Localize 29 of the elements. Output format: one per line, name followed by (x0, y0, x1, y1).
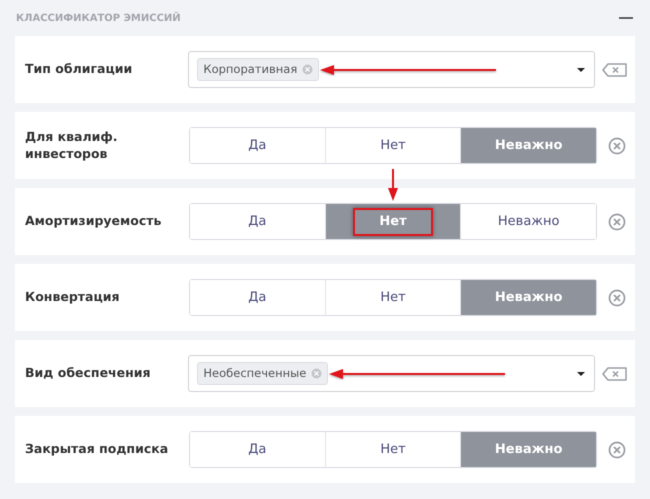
field-label: Вид обеспечения (25, 365, 152, 382)
remove-tag-icon[interactable] (311, 368, 322, 379)
section-title: КЛАССИФИКАТОР ЭМИССИЙ (16, 10, 181, 26)
toggle-option[interactable]: Неважно (460, 204, 596, 239)
close-icon (608, 440, 626, 458)
field-label: Конвертация (25, 289, 121, 306)
clear-button[interactable] (608, 136, 626, 154)
field-label: Тип облигации (25, 61, 134, 78)
clear-button[interactable] (602, 62, 627, 76)
tag-label: Корпоративная (203, 60, 298, 78)
arrow-annotation (387, 168, 399, 202)
backspace-icon (602, 62, 627, 76)
close-icon (608, 212, 626, 230)
select-field[interactable]: Необеспеченные (188, 355, 595, 392)
close-icon (608, 136, 626, 154)
clear-button[interactable] (608, 212, 626, 230)
clear-button[interactable] (608, 440, 626, 458)
caret-icon (576, 66, 586, 72)
tag-label: Необеспеченные (203, 364, 306, 382)
clear-button[interactable] (608, 288, 626, 306)
select-field[interactable]: Корпоративная (188, 51, 595, 88)
field-label: Амортизируемость (25, 213, 162, 230)
clear-button[interactable] (602, 366, 627, 380)
caret-icon (576, 370, 586, 376)
remove-tag-icon[interactable] (302, 64, 314, 75)
close-icon (608, 288, 626, 306)
field-label: Закрытая подписка (25, 441, 170, 458)
backspace-icon (602, 366, 627, 380)
field-label: Для квалиф. инвесторов (25, 129, 119, 162)
